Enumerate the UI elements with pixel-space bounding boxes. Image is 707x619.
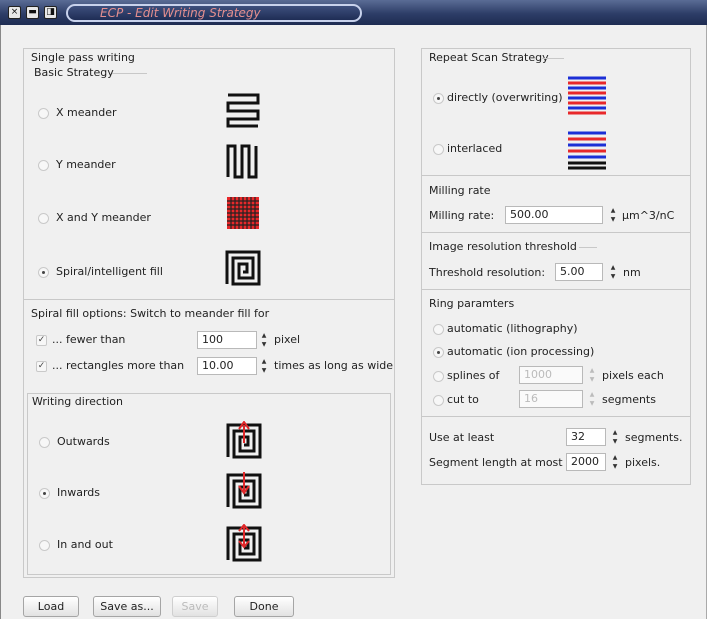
divider <box>112 73 147 74</box>
directly-label: directly (overwriting) <box>447 91 563 104</box>
cut-to-unit: segments <box>602 393 656 406</box>
maximize-window-button[interactable]: ◨ <box>44 6 57 19</box>
divider <box>422 232 690 233</box>
spiral-options-title: Spiral fill options: Switch to meander f… <box>31 307 270 320</box>
writing-direction-title: Writing direction <box>32 395 123 408</box>
interlaced-stripes-icon <box>568 131 606 170</box>
divider <box>422 416 690 417</box>
outwards-radio[interactable] <box>39 437 50 448</box>
segment-length-unit: pixels. <box>625 456 661 469</box>
resolution-title: Image resolution threshold <box>429 240 577 253</box>
use-at-least-label: Use at least <box>429 431 495 444</box>
splines-input[interactable]: 1000 <box>519 366 583 384</box>
inwards-label: Inwards <box>57 486 100 499</box>
in-and-out-radio[interactable] <box>39 540 50 551</box>
basic-strategy-title: Basic Strategy <box>34 66 114 79</box>
save-button[interactable]: Save <box>172 596 218 617</box>
cut-to-radio[interactable] <box>433 395 444 406</box>
spiral-icon <box>225 250 261 286</box>
milling-title: Milling rate <box>429 184 491 197</box>
divider <box>542 58 564 59</box>
rectangles-input[interactable]: 10.00 <box>197 357 257 375</box>
splines-radio[interactable] <box>433 371 444 382</box>
rectangles-stepper[interactable]: ▲ ▼ <box>259 357 269 375</box>
interlaced-label: interlaced <box>447 142 503 155</box>
auto-ion-label: automatic (ion processing) <box>447 345 595 358</box>
close-window-button[interactable]: × <box>8 6 21 19</box>
right-panel: Repeat Scan Strategy directly (overwriti… <box>421 48 691 485</box>
cut-to-stepper[interactable]: ▲ ▼ <box>587 390 597 408</box>
save-as-button[interactable]: Save as... <box>93 596 161 617</box>
ring-title: Ring paramters <box>429 297 515 310</box>
auto-lithography-label: automatic (lithography) <box>447 322 578 335</box>
x-meander-label: X meander <box>56 106 117 119</box>
spiral-label: Spiral/intelligent fill <box>56 265 163 278</box>
fewer-than-stepper[interactable]: ▲ ▼ <box>259 331 269 349</box>
threshold-unit: nm <box>623 266 641 279</box>
rectangles-label: ... rectangles more than <box>52 359 185 372</box>
divider <box>422 175 690 176</box>
single-pass-title: Single pass writing <box>31 51 135 64</box>
milling-rate-input[interactable]: 500.00 <box>505 206 603 224</box>
directly-radio[interactable] <box>433 93 444 104</box>
load-button[interactable]: Load <box>23 596 79 617</box>
cut-to-label: cut to <box>447 393 479 406</box>
fewer-than-label: ... fewer than <box>52 333 126 346</box>
cut-to-input[interactable]: 16 <box>519 390 583 408</box>
use-at-least-unit: segments. <box>625 431 683 444</box>
splines-unit: pixels each <box>602 369 664 382</box>
segment-length-input[interactable]: 2000 <box>566 453 606 471</box>
milling-rate-stepper[interactable]: ▲ ▼ <box>608 206 618 224</box>
y-meander-radio[interactable] <box>38 160 49 171</box>
spiral-inwards-icon <box>226 472 262 509</box>
y-meander-label: Y meander <box>56 158 116 171</box>
divider <box>579 247 597 248</box>
xy-meander-icon <box>227 197 259 229</box>
milling-rate-label: Milling rate: <box>429 209 495 222</box>
spiral-outwards-icon <box>226 421 262 459</box>
minimize-window-button[interactable]: ▬ <box>26 6 39 19</box>
window-title: ECP - Edit Writing Strategy <box>66 4 362 22</box>
writing-direction-panel: Writing direction Outwards Inwards In an… <box>27 393 391 575</box>
fewer-than-input[interactable]: 100 <box>197 331 257 349</box>
auto-lithography-radio[interactable] <box>433 324 444 335</box>
milling-rate-unit: µm^3/nC <box>622 209 675 222</box>
x-meander-radio[interactable] <box>38 108 49 119</box>
spiral-in-out-icon <box>226 524 262 562</box>
divider <box>24 299 394 300</box>
auto-ion-radio[interactable] <box>433 347 444 358</box>
divider <box>422 289 690 290</box>
title-bar[interactable]: × ▬ ◨ ECP - Edit Writing Strategy <box>0 0 707 25</box>
interlaced-radio[interactable] <box>433 144 444 155</box>
spiral-radio[interactable] <box>38 267 49 278</box>
threshold-stepper[interactable]: ▲ ▼ <box>608 263 618 281</box>
x-meander-icon <box>226 93 260 128</box>
splines-label: splines of <box>447 369 500 382</box>
inwards-radio[interactable] <box>39 488 50 499</box>
rectangles-checkbox[interactable]: ✓ <box>36 361 47 372</box>
xy-meander-label: X and Y meander <box>56 211 151 224</box>
threshold-input[interactable]: 5.00 <box>555 263 603 281</box>
segment-length-stepper[interactable]: ▲ ▼ <box>610 453 620 471</box>
overwriting-stripes-icon <box>568 76 606 115</box>
fewer-than-checkbox[interactable]: ✓ <box>36 335 47 346</box>
segment-length-label: Segment length at most <box>429 456 563 469</box>
single-pass-panel: Single pass writing Basic Strategy X mea… <box>23 48 395 578</box>
done-button[interactable]: Done <box>234 596 294 617</box>
dialog-body: Single pass writing Basic Strategy X mea… <box>0 25 707 619</box>
use-at-least-input[interactable]: 32 <box>566 428 606 446</box>
rectangles-unit: times as long as wide <box>274 359 394 372</box>
threshold-label: Threshold resolution: <box>429 266 546 279</box>
y-meander-icon <box>226 144 258 179</box>
fewer-than-unit: pixel <box>274 333 301 346</box>
repeat-scan-title: Repeat Scan Strategy <box>429 51 549 64</box>
xy-meander-radio[interactable] <box>38 213 49 224</box>
outwards-label: Outwards <box>57 435 110 448</box>
splines-stepper[interactable]: ▲ ▼ <box>587 366 597 384</box>
use-at-least-stepper[interactable]: ▲ ▼ <box>610 428 620 446</box>
in-and-out-label: In and out <box>57 538 113 551</box>
